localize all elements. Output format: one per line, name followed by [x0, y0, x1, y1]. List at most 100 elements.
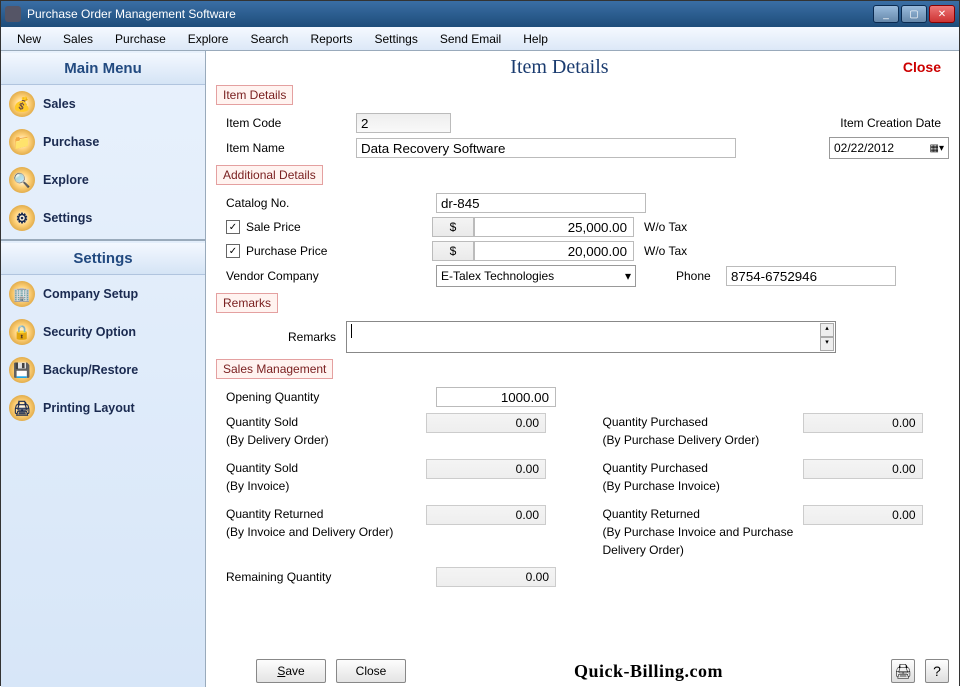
label-phone: Phone	[676, 269, 726, 283]
calendar-icon: ▦▾	[930, 143, 944, 154]
sidebar-item-printing-layout[interactable]: 🖨 Printing Layout	[1, 389, 205, 427]
sidebar-item-label: Backup/Restore	[43, 363, 138, 377]
sale-price-input[interactable]	[474, 217, 634, 237]
remarks-input[interactable]: ▴▾	[346, 321, 836, 353]
help-button[interactable]: ?	[925, 659, 949, 683]
bottom-bar: Save Close Quick-Billing.com 🖨 ?	[216, 659, 949, 683]
window-close-button[interactable]: ✕	[929, 5, 955, 23]
explore-icon: 🔍	[9, 167, 35, 193]
save-button[interactable]: Save	[256, 659, 326, 683]
sidebar-item-purchase[interactable]: 📁 Purchase	[1, 123, 205, 161]
content-area: Item Details Close Item Details Item Cod…	[206, 51, 959, 687]
menu-sales[interactable]: Sales	[53, 29, 103, 49]
section-sales-mgmt: Sales Management	[216, 359, 333, 379]
currency-symbol: $	[432, 217, 474, 237]
label-opening-qty: Opening Quantity	[216, 390, 436, 404]
qty-purch-inv-value: 0.00	[803, 459, 923, 479]
item-name-input[interactable]	[356, 138, 736, 158]
print-button[interactable]: 🖨	[891, 659, 915, 683]
sales-icon: 💰	[9, 91, 35, 117]
sub-by-invoice: (By Invoice)	[226, 477, 426, 495]
panel-separator	[1, 239, 205, 241]
sale-price-checkbox[interactable]: ✓	[226, 220, 240, 234]
main-menu-header: Main Menu	[1, 53, 205, 85]
menu-purchase[interactable]: Purchase	[105, 29, 176, 49]
chevron-down-icon: ▾	[625, 269, 631, 283]
menu-new[interactable]: New	[7, 29, 51, 49]
catalog-no-input[interactable]	[436, 193, 646, 213]
close-button[interactable]: Close	[336, 659, 406, 683]
currency-symbol-2: $	[432, 241, 474, 261]
lock-icon: 🔒	[9, 319, 35, 345]
page-title: Item Details	[216, 56, 903, 79]
sub-by-pinvoice: (By Purchase Invoice)	[603, 477, 803, 495]
printer-icon: 🖨	[894, 663, 912, 680]
sidebar-item-label: Company Setup	[43, 287, 138, 301]
section-additional: Additional Details	[216, 165, 323, 185]
spin-down-icon[interactable]: ▾	[820, 337, 834, 351]
minimize-button[interactable]: _	[873, 5, 899, 23]
date-value: 02/22/2012	[834, 141, 894, 155]
label-qty-sold-inv: Quantity Sold	[226, 461, 298, 475]
purchase-icon: 📁	[9, 129, 35, 155]
sidebar-item-label: Printing Layout	[43, 401, 135, 415]
spin-up-icon[interactable]: ▴	[820, 323, 834, 337]
window-title: Purchase Order Management Software	[27, 7, 871, 21]
section-remarks: Remarks	[216, 293, 278, 313]
settings-header: Settings	[1, 243, 205, 275]
qty-ret-sales-value: 0.00	[426, 505, 546, 525]
gear-icon: ⚙	[9, 205, 35, 231]
app-icon	[5, 6, 21, 22]
menu-help[interactable]: Help	[513, 29, 558, 49]
qty-purch-do-value: 0.00	[803, 413, 923, 433]
sidebar-item-label: Settings	[43, 211, 92, 225]
label-remarks: Remarks	[216, 330, 346, 344]
sub-by-pi-pdo: (By Purchase Invoice and Purchase Delive…	[603, 523, 803, 559]
label-item-name: Item Name	[216, 141, 356, 155]
qty-ret-purch-value: 0.00	[803, 505, 923, 525]
sidebar-item-company-setup[interactable]: 🏢Company Setup	[1, 275, 205, 313]
label-sale-price: Sale Price	[246, 220, 432, 234]
label-qty-sold-do: Quantity Sold	[226, 415, 298, 429]
remaining-qty-value: 0.00	[436, 567, 556, 587]
vendor-value: E-Talex Technologies	[441, 269, 554, 283]
maximize-button[interactable]: ▢	[901, 5, 927, 23]
menu-reports[interactable]: Reports	[300, 29, 362, 49]
sidebar-item-security-option[interactable]: 🔒Security Option	[1, 313, 205, 351]
sub-by-delivery: (By Delivery Order)	[226, 431, 426, 449]
sidebar-item-label: Sales	[43, 97, 76, 111]
menu-explore[interactable]: Explore	[178, 29, 239, 49]
save-label-rest: ave	[285, 664, 304, 678]
sidebar-item-settings[interactable]: ⚙ Settings	[1, 199, 205, 237]
sidebar-item-label: Explore	[43, 173, 89, 187]
phone-input[interactable]	[726, 266, 896, 286]
label-wo-tax-sale: W/o Tax	[634, 220, 687, 234]
close-link[interactable]: Close	[903, 59, 949, 75]
title-bar: Purchase Order Management Software _ ▢ ✕	[1, 1, 959, 27]
sub-by-pdo: (By Purchase Delivery Order)	[603, 431, 803, 449]
qty-sold-inv-value: 0.00	[426, 459, 546, 479]
purchase-price-input[interactable]	[474, 241, 634, 261]
label-vendor: Vendor Company	[216, 269, 436, 283]
sidebar: Main Menu 💰 Sales 📁 Purchase 🔍 Explore ⚙ Set…	[1, 51, 206, 687]
qty-sold-do-value: 0.00	[426, 413, 546, 433]
purchase-price-checkbox[interactable]: ✓	[226, 244, 240, 258]
printer-icon: 🖨	[9, 395, 35, 421]
label-creation-date: Item Creation Date	[840, 116, 949, 130]
section-item-details: Item Details	[216, 85, 293, 105]
menu-settings[interactable]: Settings	[365, 29, 428, 49]
sidebar-item-backup-restore[interactable]: 💾Backup/Restore	[1, 351, 205, 389]
vendor-company-select[interactable]: E-Talex Technologies ▾	[436, 265, 636, 287]
help-icon: ?	[933, 663, 941, 679]
sub-by-inv-do: (By Invoice and Delivery Order)	[226, 523, 426, 541]
sidebar-item-label: Purchase	[43, 135, 99, 149]
sidebar-item-explore[interactable]: 🔍 Explore	[1, 161, 205, 199]
creation-date-input[interactable]: 02/22/2012 ▦▾	[829, 137, 949, 159]
menu-search[interactable]: Search	[240, 29, 298, 49]
opening-qty-input[interactable]	[436, 387, 556, 407]
label-catalog-no: Catalog No.	[216, 196, 436, 210]
label-remaining-qty: Remaining Quantity	[216, 570, 436, 584]
sidebar-item-sales[interactable]: 💰 Sales	[1, 85, 205, 123]
menu-send-email[interactable]: Send Email	[430, 29, 511, 49]
item-code-input[interactable]	[356, 113, 451, 133]
